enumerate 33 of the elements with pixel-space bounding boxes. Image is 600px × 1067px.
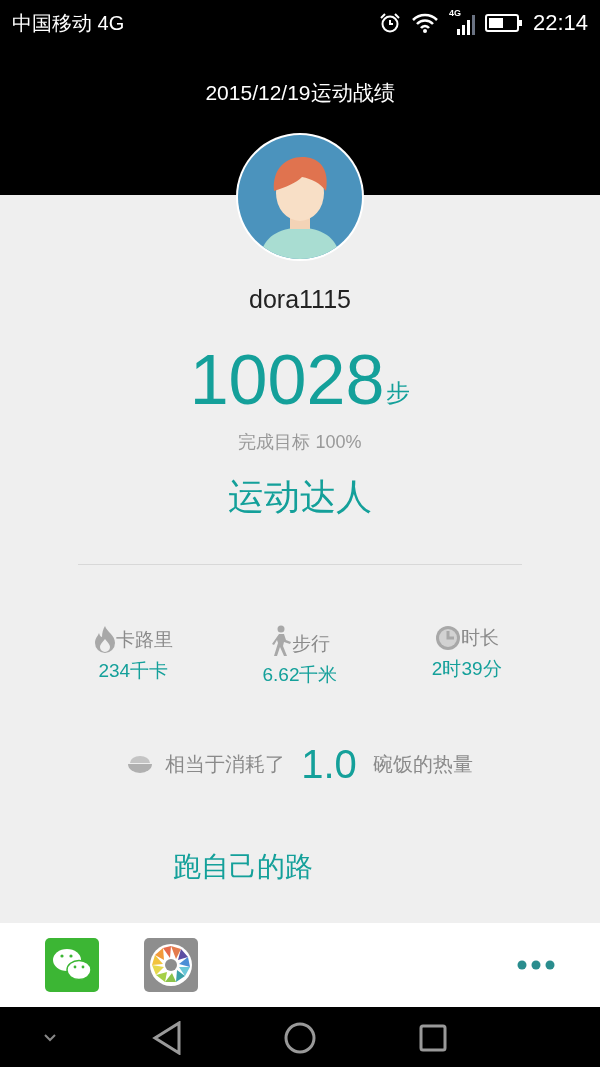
stat-label: 时长 <box>460 626 499 650</box>
chevron-down-icon[interactable] <box>43 1033 57 1042</box>
aperture-app-icon[interactable] <box>144 938 198 992</box>
back-icon[interactable] <box>152 1021 182 1055</box>
alarm-icon <box>378 11 401 34</box>
stat-label: 卡路里 <box>115 628 173 652</box>
step-count: 10028 <box>189 345 385 415</box>
more-icon[interactable] <box>517 960 555 970</box>
rice-amount: 1.0 <box>301 741 357 786</box>
slogan-text: 跑自己的路 <box>173 850 313 882</box>
stat-value: 6.62千米 <box>262 663 338 687</box>
stat-value: 2时39分 <box>431 657 502 681</box>
recent-apps-icon[interactable] <box>419 1024 447 1052</box>
home-icon[interactable] <box>284 1022 316 1054</box>
goal-label: 完成目标 100% <box>238 431 362 454</box>
rice-suffix: 碗饭的热量 <box>372 751 473 777</box>
page-title: 2015/12/19运动战绩 <box>205 80 395 105</box>
stat-label: 步行 <box>292 632 330 656</box>
flame-icon <box>93 625 116 653</box>
walking-person-icon <box>270 625 292 657</box>
wifi-icon <box>410 11 439 34</box>
chat-app-icon[interactable] <box>45 938 99 992</box>
rank-label: 运动达人 <box>228 475 372 519</box>
clock-icon <box>434 625 461 651</box>
carrier-label: 中国移动 4G <box>12 10 125 36</box>
stat-value: 234千卡 <box>98 659 169 683</box>
clock-label: 22:14 <box>532 9 588 37</box>
rice-bowl-icon <box>127 753 154 774</box>
step-unit: 步 <box>386 378 411 408</box>
network-label: 4G <box>448 6 461 20</box>
battery-icon <box>484 12 523 33</box>
rice-prefix: 相当于消耗了 <box>165 751 286 777</box>
username-label: dora1115 <box>249 284 351 315</box>
